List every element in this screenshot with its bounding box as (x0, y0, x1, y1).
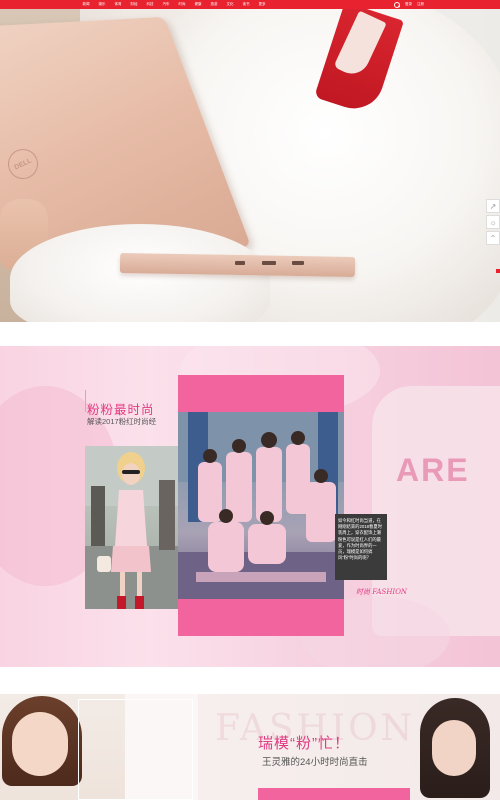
nav-item[interactable]: 汽车 (158, 0, 174, 9)
nav-item[interactable]: 读书 (238, 0, 254, 9)
wechat-icon[interactable]: ☼ (486, 215, 500, 229)
back-to-top-icon[interactable]: ⌃ (486, 231, 500, 245)
section-subtitle: 解读2017粉红时尚经 (87, 417, 157, 426)
girl-illustration (85, 446, 178, 609)
search-icon[interactable] (394, 1, 400, 8)
laptop-port (235, 261, 245, 265)
bottom-pink-bar (258, 788, 410, 800)
nav-item[interactable]: 科技 (142, 0, 158, 9)
article-excerpt: 如今和红时尚当道，在刚刚结束的2018春夏时装周上，穿衣配饰上潮粉色可说是红人们… (335, 514, 387, 580)
nav-item[interactable]: 更多 (254, 0, 270, 9)
nav-items: 新闻 娱乐 体育 财经 科技 汽车 时尚 健康 旅游 文化 读书 更多 (78, 0, 270, 9)
nav-item[interactable]: 财经 (126, 0, 142, 9)
nav-item[interactable]: 娱乐 (94, 0, 110, 9)
face (12, 712, 68, 776)
photo-frame-outline (78, 699, 193, 800)
hero-banner[interactable]: DELL (0, 9, 500, 322)
nav-item[interactable]: 新闻 (78, 0, 94, 9)
login-link[interactable]: 登录 (405, 0, 412, 9)
laptop-port (262, 261, 276, 265)
side-tools: ↗ ☼ ⌃ (486, 199, 500, 245)
side-marker (496, 269, 500, 273)
shirt-print: ARE (396, 452, 470, 488)
bottom-title: 瑞模“粉”忙！ (258, 735, 350, 752)
nav-item[interactable]: 时尚 (174, 0, 190, 9)
title-accent-line (85, 390, 86, 412)
photo-girl-pink-dress[interactable] (85, 446, 178, 609)
nav-right: 登录 注册 (394, 0, 424, 9)
photo-girl-right[interactable] (410, 694, 500, 800)
register-link[interactable]: 注册 (417, 0, 424, 9)
face (432, 720, 476, 776)
excerpt-text: 如今和红时尚当道，在刚刚结束的2018春夏时装周上，穿衣配饰上潮粉色可说是红人们… (338, 518, 382, 561)
bottom-subtitle: 王灵雅的24小时时尚直击 (262, 757, 368, 768)
top-nav: 新闻 娱乐 体育 财经 科技 汽车 时尚 健康 旅游 文化 读书 更多 登录 注册 (0, 0, 500, 9)
nav-item[interactable]: 旅游 (206, 0, 222, 9)
fashion-tag: 时尚 FASHION (356, 588, 408, 596)
nav-item[interactable]: 健康 (190, 0, 206, 9)
laptop-port (292, 261, 304, 265)
share-icon[interactable]: ↗ (486, 199, 500, 213)
group-illustration (178, 412, 344, 599)
photo-group-models[interactable] (178, 412, 344, 599)
laptop-base (119, 252, 356, 278)
nav-item[interactable]: 体育 (110, 0, 126, 9)
nav-item[interactable]: 文化 (222, 0, 238, 9)
page: 新闻 娱乐 体育 财经 科技 汽车 时尚 健康 旅游 文化 读书 更多 登录 注册 DELL ↗ ☼ … (0, 0, 500, 800)
